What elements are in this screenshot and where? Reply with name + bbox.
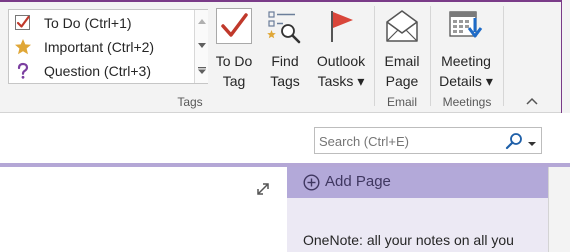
tags-gallery: To Do (Ctrl+1) Important (Ctrl+2) Questi… [8, 9, 208, 84]
gallery-more-icon [198, 67, 206, 74]
outlook-tasks-label-line1: Outlook [316, 53, 366, 69]
group-label-tags: Tags [177, 95, 203, 109]
todo-tag-button[interactable]: To Do Tag [211, 4, 257, 94]
tag-item-label: To Do (Ctrl+1) [44, 15, 132, 31]
tag-item-question[interactable]: Question (Ctrl+3) [9, 59, 194, 83]
envelope-icon [384, 8, 420, 44]
ribbon-top-edge [0, 0, 570, 2]
gallery-scrollbar [194, 10, 208, 83]
group-separator [503, 6, 504, 106]
todo-tag-label-line2: Tag [222, 73, 246, 89]
email-page-label-line1: Email [384, 53, 420, 69]
todo-tag-icon [216, 8, 252, 44]
find-tags-label-line2: Tags [270, 73, 300, 89]
outlook-tasks-button[interactable]: Outlook Tasks ▾ [310, 4, 372, 94]
find-tags-button[interactable]: Find Tags [262, 4, 308, 94]
page-list-item[interactable]: OneNote: all your notes on all you [303, 231, 514, 249]
expand-icon[interactable] [255, 181, 271, 197]
tag-item-important[interactable]: Important (Ctrl+2) [9, 35, 194, 59]
meeting-details-label-line2: Details ▾ [439, 73, 493, 89]
add-page-label: Add Page [325, 173, 391, 190]
tag-item-label: Question (Ctrl+3) [44, 63, 151, 79]
group-separator [430, 6, 431, 106]
collapse-ribbon-button[interactable] [524, 94, 540, 108]
search-icon[interactable] [505, 132, 523, 150]
right-scroll-strip [548, 167, 570, 252]
ribbon-right-edge [561, 0, 570, 113]
flag-icon [323, 8, 359, 44]
meeting-details-button[interactable]: Meeting Details ▾ [433, 4, 499, 94]
question-mark-icon [14, 62, 32, 80]
outlook-tasks-label-line2: Tasks ▾ [317, 73, 365, 89]
gallery-scroll-down-button[interactable] [195, 34, 209, 58]
search-scope-dropdown[interactable] [527, 136, 537, 146]
gallery-scroll-up-button[interactable] [195, 10, 209, 34]
find-tags-label-line1: Find [271, 53, 299, 69]
chevron-down-icon [528, 142, 536, 146]
group-label-meetings: Meetings [442, 95, 492, 109]
search-input[interactable] [319, 132, 499, 150]
chevron-down-icon [198, 43, 206, 48]
search-box [314, 127, 542, 154]
find-tags-icon [267, 8, 303, 44]
add-page-button[interactable]: Add Page [287, 167, 548, 198]
chevron-up-icon [526, 97, 538, 105]
meeting-details-label-line1: Meeting [441, 53, 491, 69]
tag-item-todo[interactable]: To Do (Ctrl+1) [9, 11, 194, 35]
todo-tag-label-line1: To Do [215, 53, 253, 69]
chevron-up-icon [198, 19, 206, 24]
checkbox-checked-icon [14, 14, 32, 32]
email-page-button[interactable]: Email Page [377, 4, 427, 94]
email-page-label-line2: Page [385, 73, 419, 89]
plus-circle-icon [303, 174, 320, 191]
group-label-email: Email [386, 95, 417, 109]
star-icon [14, 38, 32, 56]
tag-item-label: Important (Ctrl+2) [44, 39, 155, 55]
page-canvas[interactable] [0, 167, 287, 252]
calendar-icon [448, 8, 484, 44]
gallery-more-button[interactable] [195, 58, 209, 82]
group-separator [374, 6, 375, 106]
